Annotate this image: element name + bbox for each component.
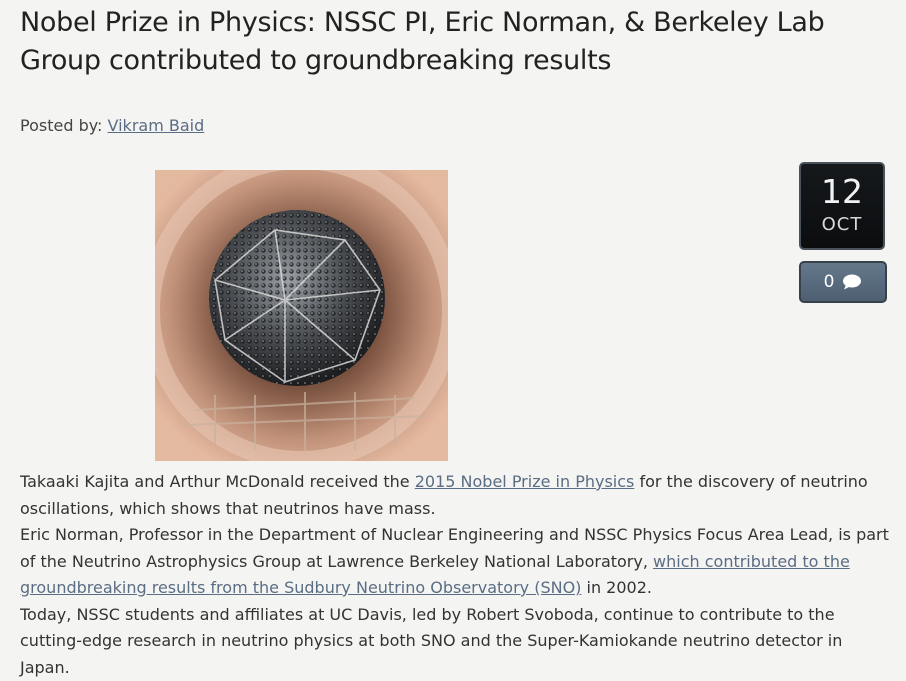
paragraph-3: Today, NSSC students and affiliates at U… bbox=[20, 602, 890, 681]
posted-by-label: Posted by: bbox=[20, 116, 102, 135]
post-date-badge: 12 OCT bbox=[799, 162, 885, 250]
date-day: 12 bbox=[801, 164, 883, 210]
post-title: Nobel Prize in Physics: NSSC PI, Eric No… bbox=[20, 4, 890, 80]
author-link[interactable]: Vikram Baid bbox=[108, 116, 205, 135]
paragraph-2-text-end: in 2002. bbox=[581, 578, 652, 597]
paragraph-1-text-start: Takaaki Kajita and Arthur McDonald recei… bbox=[20, 472, 415, 491]
detector-illustration bbox=[155, 170, 448, 461]
comments-button[interactable]: 0 bbox=[799, 261, 887, 303]
comment-bubble-icon bbox=[842, 274, 862, 290]
posted-by: Posted by: Vikram Baid bbox=[20, 114, 204, 138]
neutrino-detector-photo bbox=[155, 170, 448, 461]
nobel-prize-link[interactable]: 2015 Nobel Prize in Physics bbox=[415, 472, 635, 491]
date-month: OCT bbox=[801, 214, 883, 236]
paragraph-2: Eric Norman, Professor in the Department… bbox=[20, 522, 890, 602]
post-body: Takaaki Kajita and Arthur McDonald recei… bbox=[20, 469, 890, 681]
paragraph-1: Takaaki Kajita and Arthur McDonald recei… bbox=[20, 469, 890, 522]
comment-count: 0 bbox=[824, 272, 835, 292]
